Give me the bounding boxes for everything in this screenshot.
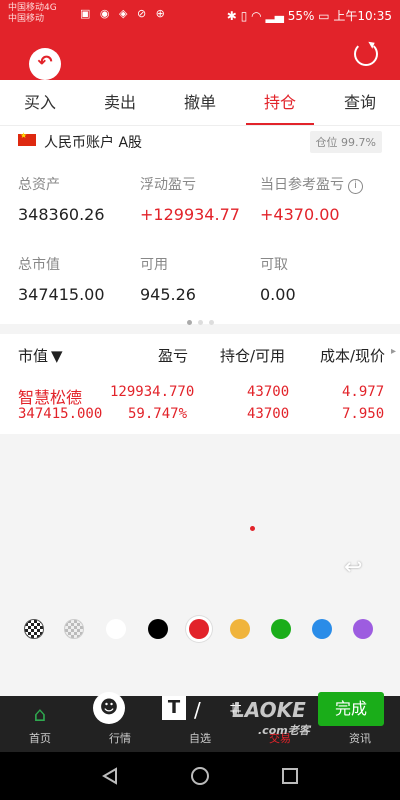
- color-swatch-white[interactable]: [106, 619, 126, 639]
- color-swatch-black[interactable]: [148, 619, 168, 639]
- emoji-sticker-icon[interactable]: ☻: [93, 692, 125, 724]
- undo-back-button[interactable]: ↶: [29, 48, 61, 80]
- bluetooth-icon: ✱: [226, 9, 237, 23]
- holdings-header: 市值 ▼ 盈亏 持仓/可用 成本/现价 ▸: [0, 334, 400, 374]
- watermark-logo: LAOKE .com老客: [232, 698, 310, 738]
- china-flag-icon: [18, 131, 36, 146]
- tab-cancel[interactable]: 撤单: [160, 80, 240, 125]
- stock-holding: 43700: [247, 384, 290, 400]
- floating-pnl-value: +129934.77: [140, 205, 240, 224]
- stock-cost: 4.977: [342, 384, 385, 400]
- stock-pnl-pct: 59.747%: [128, 406, 188, 422]
- available-funds: 可用 945.26: [140, 254, 196, 304]
- floating-pnl: 浮动盈亏 +129934.77: [140, 174, 240, 224]
- system-nav-bar: [0, 752, 400, 800]
- mosaic-icon[interactable]: [24, 619, 44, 639]
- stock-available: 43700: [247, 406, 290, 422]
- app-header: 中国移动4G 中国移动 ▣ ◉ ◈ ⊘ ⊕ ✱ ▯ ◠ ▂▄ 55% ▭ 上午1…: [0, 0, 400, 80]
- tab-buy[interactable]: 买入: [0, 80, 80, 125]
- tab-query[interactable]: 查询: [320, 80, 400, 125]
- nav-watchlist-label: 自选: [189, 732, 211, 745]
- page-indicator: [0, 310, 400, 329]
- available-value: 945.26: [140, 285, 196, 304]
- position-ratio-badge: 仓位 99.7%: [309, 131, 382, 153]
- page-dot: [186, 320, 192, 325]
- status-right: ✱ ▯ ◠ ▂▄ 55% ▭ 上午10:35: [227, 7, 392, 24]
- color-swatch-red[interactable]: [189, 619, 209, 639]
- total-assets-value: 348360.26: [18, 205, 105, 224]
- col-holding[interactable]: 持仓/可用: [220, 345, 285, 366]
- wifi-icon: ◠: [251, 9, 262, 23]
- trade-tabs: 买入 卖出 撤单 持仓 查询: [0, 80, 400, 126]
- stock-price: 7.950: [342, 406, 385, 422]
- done-button[interactable]: 完成: [318, 692, 384, 726]
- holdings-table: 市值 ▼ 盈亏 持仓/可用 成本/现价 ▸ 智慧松德 347415.000 129…: [0, 334, 400, 434]
- nav-home-label: 首页: [29, 732, 51, 745]
- stock-name: 智慧松德: [18, 388, 83, 407]
- pen-tool-icon[interactable]: /: [194, 698, 201, 722]
- drawing-mark: [250, 526, 255, 531]
- vibrate-icon: ▯: [240, 9, 248, 23]
- status-bar: 中国移动4G 中国移动 ▣ ◉ ◈ ⊘ ⊕ ✱ ▯ ◠ ▂▄ 55% ▭ 上午1…: [0, 0, 400, 28]
- battery-percent: 55%: [287, 9, 315, 23]
- col-cost-price[interactable]: 成本/现价: [320, 345, 385, 366]
- text-tool-button[interactable]: T: [162, 696, 186, 720]
- color-swatch-purple[interactable]: [353, 619, 373, 639]
- col-market-value-label: 市值: [18, 347, 49, 365]
- total-assets-label: 总资产: [18, 177, 60, 193]
- watermark-sub: .com老客: [258, 724, 310, 737]
- col-pnl[interactable]: 盈亏: [158, 345, 188, 366]
- withdrawable-label: 可取: [260, 257, 288, 273]
- color-palette: [18, 616, 388, 642]
- color-swatch-green[interactable]: [271, 619, 291, 639]
- market-value-value: 347415.00: [18, 285, 105, 304]
- withdrawable-funds: 可取 0.00: [260, 254, 296, 304]
- available-label: 可用: [140, 257, 168, 273]
- today-pnl-value: +4370.00: [260, 205, 340, 224]
- stock-pnl: 129934.770: [110, 384, 195, 400]
- stock-market-value: 347415.000: [18, 406, 103, 422]
- account-summary: 人民币账户 A股 仓位 99.7% 总资产 348360.26 浮动盈亏 +12…: [0, 126, 400, 325]
- carrier-line1: 中国移动4G: [8, 3, 57, 13]
- signal-icon: ▂▄: [265, 9, 284, 23]
- nav-news-label: 资讯: [349, 732, 371, 745]
- back-triangle-icon[interactable]: [100, 766, 120, 786]
- today-pnl: 当日参考盈亏 i +4370.00: [260, 174, 363, 224]
- watermark-main: LAOKE: [232, 698, 306, 722]
- recents-square-icon[interactable]: [280, 766, 300, 786]
- carrier-info: 中国移动4G 中国移动: [8, 3, 57, 25]
- page-dot: [197, 320, 203, 325]
- scroll-right-icon: ▸: [391, 346, 397, 357]
- info-icon[interactable]: i: [348, 179, 363, 194]
- color-swatch-blue[interactable]: [312, 619, 332, 639]
- color-swatch-yellow[interactable]: [230, 619, 250, 639]
- nav-market-label: 行情: [109, 732, 131, 745]
- undo-stroke-icon[interactable]: ↩: [344, 555, 372, 580]
- carrier-line2: 中国移动: [8, 14, 45, 24]
- page-dot: [208, 320, 214, 325]
- withdrawable-value: 0.00: [260, 285, 296, 304]
- sort-down-icon: ▼: [51, 347, 63, 365]
- clock: 上午10:35: [333, 9, 392, 23]
- col-market-value[interactable]: 市值 ▼: [18, 345, 63, 366]
- account-name: 人民币账户 A股: [44, 135, 143, 151]
- market-value-label: 总市值: [18, 257, 60, 273]
- home-circle-icon[interactable]: [190, 766, 210, 786]
- battery-icon: ▭: [318, 9, 330, 23]
- today-pnl-label: 当日参考盈亏: [260, 177, 344, 193]
- blur-mosaic-icon[interactable]: [64, 619, 84, 639]
- floating-pnl-label: 浮动盈亏: [140, 177, 196, 193]
- refresh-icon[interactable]: [354, 42, 378, 66]
- account-row[interactable]: 人民币账户 A股 仓位 99.7%: [0, 126, 400, 156]
- market-value: 总市值 347415.00: [18, 254, 105, 304]
- tab-holdings[interactable]: 持仓: [240, 80, 320, 125]
- tab-sell[interactable]: 卖出: [80, 80, 160, 125]
- total-assets: 总资产 348360.26: [18, 174, 105, 224]
- notification-icons: ▣ ◉ ◈ ⊘ ⊕: [80, 7, 168, 20]
